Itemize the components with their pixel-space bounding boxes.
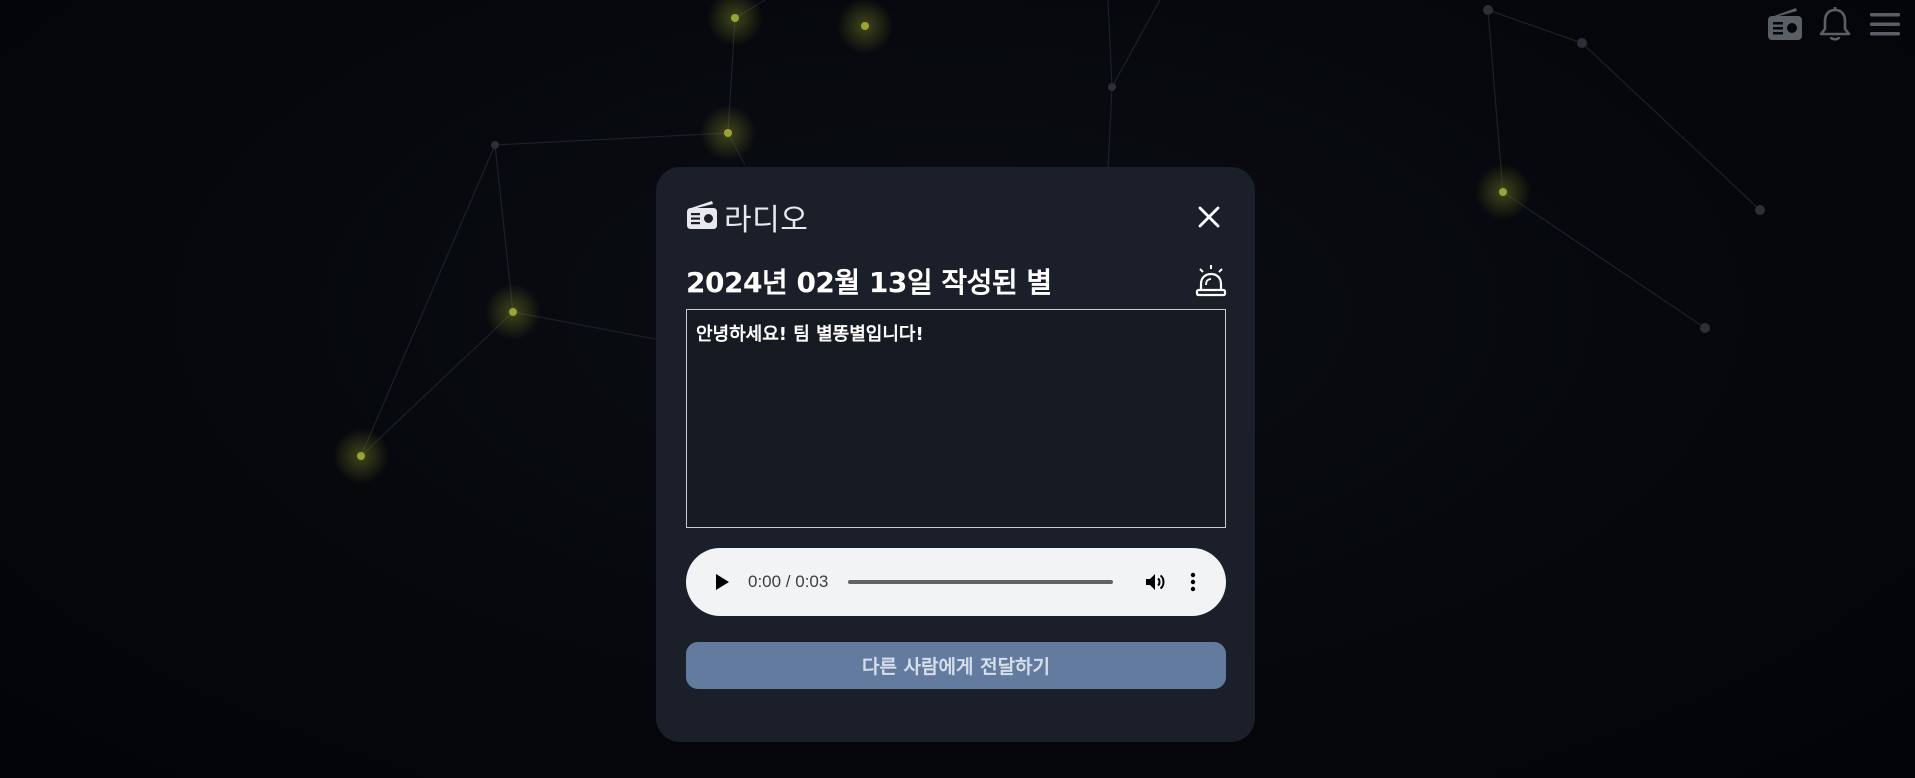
modal-title-group: 라디오 [686,195,808,239]
siren-icon [1195,265,1227,297]
message-box: 안녕하세요! 팀 별똥별입니다! [686,309,1226,528]
modal-title: 라디오 [724,203,809,238]
play-icon [716,574,729,590]
more-vertical-icon [1191,572,1196,592]
bell-icon[interactable] [1815,4,1855,44]
more-options-button[interactable] [1181,568,1205,596]
menu-icon[interactable] [1865,4,1905,44]
radio-modal: 라디오 2024년 02월 13일 작성된 별 안녕하세요! 팀 별똥별입니다!… [656,167,1255,742]
audio-time: 0:00 / 0:03 [748,572,829,591]
audio-progress-bar[interactable] [848,580,1114,584]
volume-icon [1146,574,1165,590]
radio-icon[interactable] [1765,4,1805,44]
date-heading: 2024년 02월 13일 작성된 별 [686,266,1052,299]
date-row: 2024년 02월 13일 작성된 별 [686,261,1227,301]
page-background: 라디오 2024년 02월 13일 작성된 별 안녕하세요! 팀 별똥별입니다!… [0,0,1915,778]
siren-button[interactable] [1191,261,1231,301]
radio-icon [686,200,718,234]
top-right-toolbar [1765,4,1905,44]
play-button[interactable] [710,570,734,594]
forward-button[interactable]: 다른 사람에게 전달하기 [686,642,1226,689]
close-button[interactable] [1191,199,1227,235]
modal-header: 라디오 [686,195,1227,239]
audio-player: 0:00 / 0:03 [686,548,1226,616]
volume-button[interactable] [1141,568,1169,596]
close-icon [1198,206,1220,228]
